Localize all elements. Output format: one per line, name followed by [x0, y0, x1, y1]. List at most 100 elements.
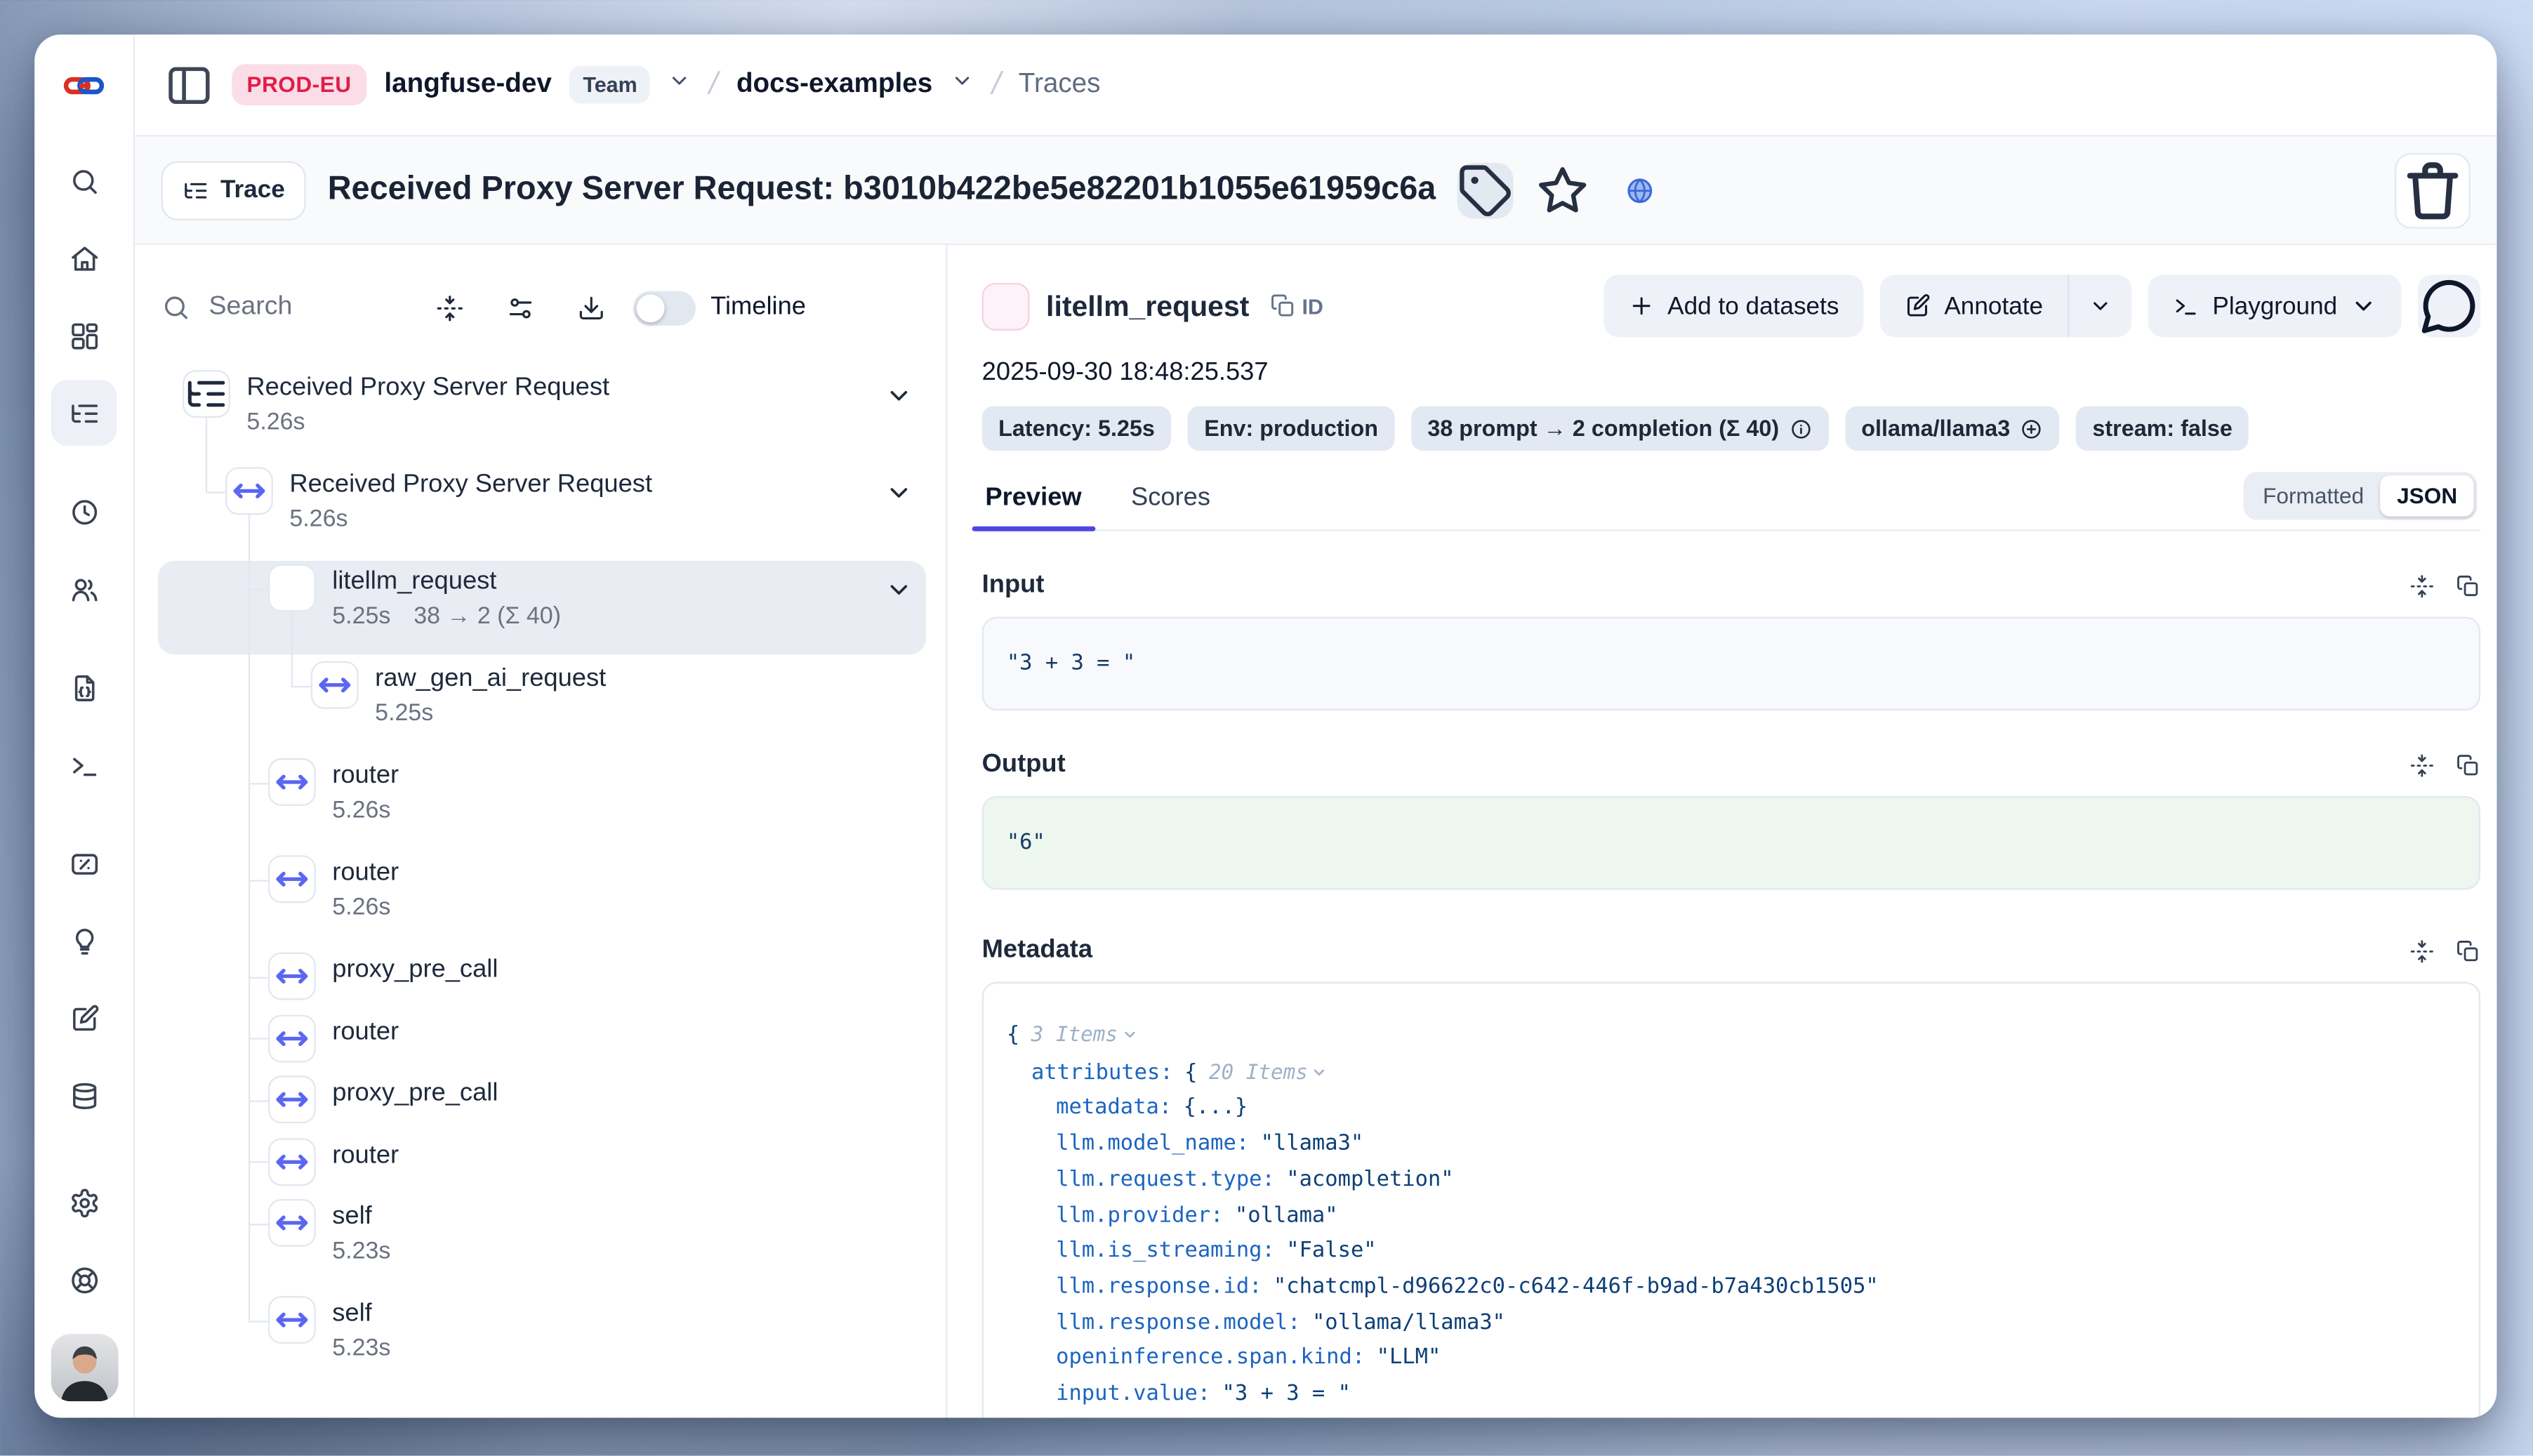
json-line: llm.is_streaming:"False"	[1007, 1234, 2456, 1270]
download-button[interactable]	[562, 279, 619, 336]
observation-header: litellm_request ID Add to datasets	[982, 274, 2480, 337]
annotate-button[interactable]: Annotate	[1880, 274, 2068, 337]
preview-content[interactable]: Input "3 + 3 = " Output	[982, 531, 2480, 1418]
tag-button[interactable]	[1457, 162, 1514, 218]
search-input[interactable]	[206, 291, 406, 324]
tree-row[interactable]: router5.26s	[135, 755, 946, 852]
tree-row[interactable]: self5.23s	[135, 1196, 946, 1292]
metadata-label: Metadata	[982, 936, 1092, 965]
view-settings-button[interactable]	[492, 279, 548, 336]
observation-badge[interactable]: Latency: 5.25s	[982, 406, 1172, 451]
sidebar-item-evaluation[interactable]	[51, 830, 117, 896]
add-to-datasets-button[interactable]: Add to datasets	[1603, 274, 1864, 337]
observation-badge[interactable]: ollama/llama3	[1845, 406, 2060, 451]
span-type-icon	[268, 855, 316, 903]
tree-row[interactable]: self5.23s	[135, 1292, 946, 1389]
json-key: llm.model_name:	[1056, 1132, 1249, 1156]
environment-badge[interactable]: PROD-EU	[232, 64, 366, 105]
tree-row[interactable]: router5.26s	[135, 852, 946, 949]
sidebar-item-home[interactable]	[51, 225, 117, 291]
tab-preview[interactable]: Preview	[982, 484, 1085, 530]
info-icon[interactable]	[1789, 417, 1812, 440]
chevron-down-icon[interactable]	[885, 479, 913, 507]
observation-badge[interactable]: stream: false	[2076, 406, 2249, 451]
observation-badges: Latency: 5.25s Env: production 38 prompt →…	[982, 406, 2480, 451]
chevron-down-icon	[2350, 293, 2376, 319]
breadcrumb-org[interactable]: langfuse-dev	[384, 69, 551, 100]
delete-trace-button[interactable]	[2395, 152, 2471, 228]
tree-row[interactable]: proxy_pre_call	[135, 949, 946, 1011]
tree-row[interactable]: router	[135, 1134, 946, 1196]
timeline-toggle[interactable]	[633, 291, 696, 325]
duration-label: 5.25s	[332, 604, 390, 630]
chevron-down-icon[interactable]	[885, 382, 913, 410]
tree-row[interactable]: router	[135, 1011, 946, 1073]
breadcrumb-section[interactable]: Traces	[1019, 69, 1101, 100]
org-role-badge[interactable]: Team	[570, 66, 651, 104]
tab-scores[interactable]: Scores	[1127, 484, 1213, 530]
chevron-down-icon[interactable]	[885, 576, 913, 604]
comments-button[interactable]	[2418, 274, 2480, 337]
tree-row[interactable]: Received Proxy Server Request5.26s	[135, 464, 946, 561]
view-json-option[interactable]: JSON	[2381, 475, 2474, 517]
observation-badge[interactable]: Env: production	[1188, 406, 1395, 451]
observation-meta: 5.26s	[246, 409, 609, 435]
tree-row[interactable]: litellm_request5.25s38 → 2 (Σ 40)	[135, 561, 946, 658]
duration-label: 5.23s	[332, 1238, 390, 1264]
app-logo[interactable]	[34, 34, 133, 135]
bookmark-button[interactable]	[1535, 162, 1591, 218]
tree-row-text: raw_gen_ai_request5.25s	[375, 658, 606, 727]
view-formatted-option[interactable]: Formatted	[2247, 475, 2381, 517]
copy-section-icon[interactable]	[2456, 939, 2480, 963]
collapse-section-icon[interactable]	[2409, 573, 2434, 597]
badge-label: Latency: 5.25s	[998, 416, 1155, 441]
observation-badge[interactable]: 38 prompt → 2 completion (Σ 40)	[1411, 406, 1828, 451]
project-chevron-down-icon[interactable]	[951, 69, 974, 100]
users-icon	[68, 573, 100, 604]
annotate-dropdown-button[interactable]	[2068, 274, 2131, 337]
collapse-all-button[interactable]	[421, 279, 477, 336]
sidebar-item-dashboards[interactable]	[51, 303, 117, 369]
tree-row[interactable]: raw_gen_ai_request5.25s	[135, 658, 946, 755]
badge-label: 38 prompt → 2 completion (Σ 40)	[1427, 416, 1779, 441]
span-type-icon	[268, 1137, 316, 1185]
copy-section-icon[interactable]	[2456, 573, 2480, 597]
sidebar-item-search[interactable]	[51, 148, 117, 214]
public-button[interactable]	[1612, 162, 1668, 218]
json-value: {	[1184, 1060, 1197, 1085]
copy-section-icon[interactable]	[2456, 753, 2480, 777]
sidebar-item-support[interactable]	[51, 1247, 117, 1313]
sidebar-item-users[interactable]	[51, 556, 117, 622]
pluscircle-icon[interactable]	[2020, 417, 2043, 440]
observation-name: router	[332, 1017, 399, 1045]
star-icon	[1535, 162, 1591, 218]
org-chevron-down-icon[interactable]	[668, 69, 692, 100]
collapse-section-icon[interactable]	[2409, 753, 2434, 777]
sidebar-item-playground[interactable]	[51, 732, 117, 798]
bulb-icon	[68, 925, 100, 957]
generation-type-chip	[982, 282, 1030, 330]
sidebar-toggle-button[interactable]	[164, 60, 213, 110]
trace-type-label: Trace	[220, 176, 285, 204]
tree-row[interactable]: proxy_pre_call	[135, 1073, 946, 1134]
sidebar-item-settings[interactable]	[51, 1170, 117, 1236]
collapse-section-icon[interactable]	[2409, 939, 2434, 963]
breadcrumb-project[interactable]: docs-examples	[736, 69, 932, 100]
tree-row[interactable]: Received Proxy Server Request5.26s	[135, 366, 946, 463]
user-avatar[interactable]	[50, 1334, 117, 1401]
main-column: PROD-EU langfuse-dev Team / docs-example…	[135, 34, 2496, 1417]
sidebar-item-tracing[interactable]	[51, 380, 117, 446]
sidebar-item-sessions[interactable]	[51, 479, 117, 545]
sidebar-item-prompts[interactable]	[51, 654, 117, 720]
playground-button[interactable]: Playground	[2148, 274, 2402, 337]
duration-label: 5.26s	[332, 798, 390, 823]
sidebar-item-datasets[interactable]	[51, 1062, 117, 1128]
sidebar-item-annotations[interactable]	[51, 985, 117, 1051]
copy-id-chip[interactable]: ID	[1269, 293, 1323, 319]
metadata-json-viewer[interactable]: {3 Itemsattributes:{20 Itemsmetadata:{..…	[982, 982, 2480, 1418]
json-items-count[interactable]: 3 Items	[1031, 1021, 1138, 1046]
json-items-count[interactable]: 20 Items	[1209, 1059, 1328, 1083]
sidebar-item-insights[interactable]	[51, 908, 117, 974]
trace-type-chip[interactable]: Trace	[161, 160, 307, 219]
input-label: Input	[982, 571, 1045, 600]
